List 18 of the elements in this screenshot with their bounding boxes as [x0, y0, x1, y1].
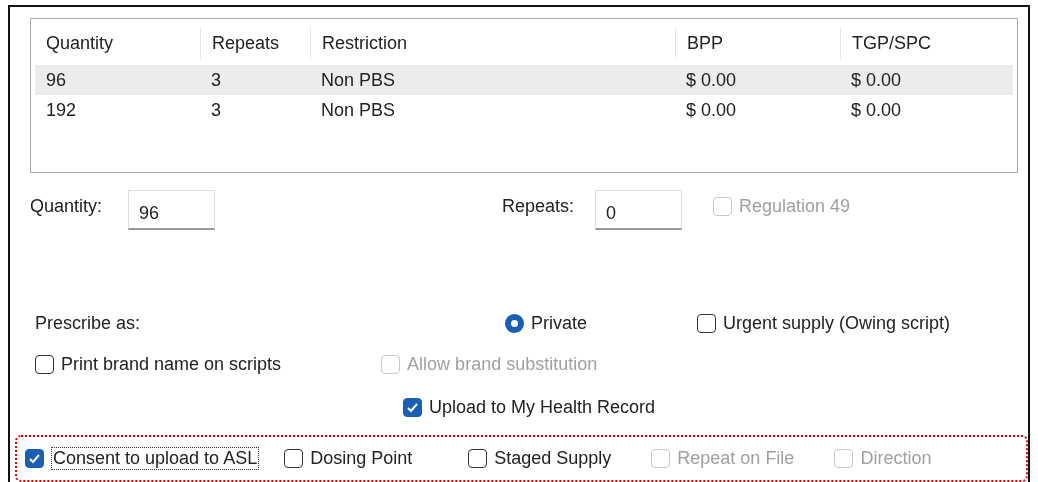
field-label: Repeats: — [502, 195, 576, 218]
field-label: Quantity: — [30, 195, 104, 218]
checkbox[interactable]: Upload to My Health Record — [403, 396, 656, 418]
column-header[interactable]: TGP/SPC — [840, 27, 1013, 59]
column-header[interactable]: Restriction — [310, 27, 675, 59]
checkbox[interactable]: Urgent supply (Owing script) — [697, 312, 951, 334]
radio-button[interactable]: Private — [505, 312, 588, 334]
column-header[interactable]: Quantity — [35, 27, 200, 59]
table-row[interactable]: 96 3 Non PBS $ 0.00 $ 0.00 — [35, 65, 1013, 95]
section-label: Prescribe as: — [35, 312, 142, 334]
input-field[interactable]: 0 — [595, 190, 682, 231]
input-field[interactable]: 96 — [128, 190, 215, 231]
checkbox[interactable]: Staged Supply — [468, 447, 612, 469]
checkbox[interactable]: Print brand name on scripts — [35, 354, 282, 376]
column-header[interactable]: BPP — [675, 27, 840, 59]
checkbox[interactable]: Dosing Point — [284, 447, 413, 469]
table-row[interactable]: 192 3 Non PBS $ 0.00 $ 0.00 — [35, 95, 1013, 125]
column-header[interactable]: Repeats — [200, 27, 310, 59]
